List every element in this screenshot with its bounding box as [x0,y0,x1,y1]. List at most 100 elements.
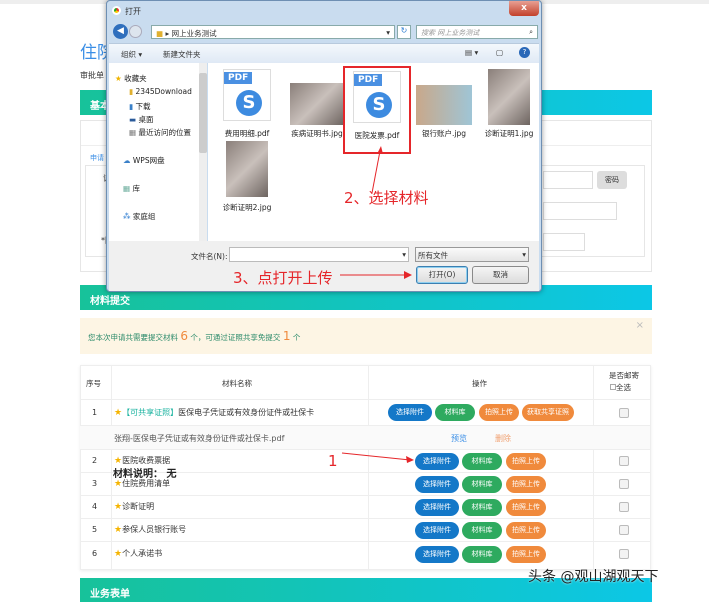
photo-upload-button[interactable]: 拍照上传 [506,476,546,493]
star-icon: ★ [114,408,123,418]
file-name: 诊断证明2.jpg [222,203,272,212]
material-library-button[interactable]: 材料库 [435,404,475,421]
material-library-button[interactable]: 材料库 [462,546,502,563]
close-button[interactable]: x [509,1,539,16]
photo-upload-button[interactable]: 拍照上传 [506,522,546,539]
file-item[interactable]: 诊断证明1.jpg [476,69,542,139]
annotation-step3: 3、点打开上传 [233,269,333,287]
star-icon: ★ [114,479,123,489]
cert-button[interactable]: 密码 [597,171,627,189]
nav-library[interactable]: ▦ 库 [123,183,140,194]
new-folder-button[interactable]: 新建文件夹 [163,49,201,60]
get-shared-cert-button[interactable]: 获取共享证照 [522,404,574,421]
preview-pane-icon[interactable]: ▢ [496,48,503,57]
nav-label: 家庭组 [132,212,156,221]
select-attachment-button[interactable]: 选择附件 [415,476,459,493]
photo-upload-button[interactable]: 拍照上传 [506,453,546,470]
file-name: 诊断证明1.jpg [484,129,534,138]
header-name: 材料名称 [222,379,252,388]
file-item-selected[interactable]: PDF S 医院发票.pdf [343,66,411,154]
material-library-button[interactable]: 材料库 [462,476,502,493]
file-item[interactable]: PDF S 费用明细.pdf [214,69,280,139]
back-button[interactable]: ◀ [113,24,128,39]
filename-label: 文件名(N): [191,252,228,261]
row-no: 3 [92,479,98,488]
annotation-arrow-3 [340,271,412,279]
watermark: 头条 @观山湖观天下 [528,569,659,585]
cert-input[interactable] [543,171,593,189]
photo-upload-button[interactable]: 拍照上传 [506,499,546,516]
material-name: 医保电子凭证或有效身份证件或社保卡 [178,408,315,417]
nav-scrollbar[interactable] [199,63,207,241]
toolbar: 组织 ▾ 新建文件夹 ▤ ▾ ▢ ? [109,43,539,63]
nav-label: 2345Download [135,87,192,96]
form-input[interactable] [543,233,585,251]
forward-button[interactable] [129,25,142,38]
file-name: 费用明细.pdf [224,129,270,138]
file-item[interactable]: 银行账户.jpg [411,69,477,139]
select-attachment-button[interactable]: 选择附件 [415,453,459,470]
chrome-icon [112,6,121,15]
search-icon: ⌕ [529,28,533,36]
attachment-file: 张翔-医保电子凭证或有效身份证件或社保卡.pdf [114,434,285,443]
material-name: 住院费用清单 [122,479,171,488]
close-icon[interactable]: × [636,320,644,331]
open-button[interactable]: 打开(O) [416,266,468,284]
material-name: 参保人员银行账号 [122,525,187,534]
select-attachment-button[interactable]: 选择附件 [415,522,459,539]
material-name: 医院收费票据 [122,456,171,465]
select-attachment-button[interactable]: 选择附件 [415,499,459,516]
table-row: 1 ★【可共享证照】医保电子凭证或有效身份证件或社保卡 选择附件 材料库 拍照上… [80,400,650,426]
form-input[interactable] [543,202,617,220]
nav-desktop[interactable]: ▬ 桌面 [129,114,153,125]
filetype-select[interactable]: 所有文件 ▾ [415,247,529,262]
nav-downloads-2345[interactable]: ▮ 2345Download [129,87,192,96]
nav-homegroup[interactable]: ⁂ 家庭组 [123,211,155,222]
pdf-icon: PDF S [223,69,271,121]
organize-button[interactable]: 组织 ▾ [121,49,142,60]
photo-upload-button[interactable]: 拍照上传 [479,404,519,421]
delete-link[interactable]: 删除 [495,433,511,444]
view-icon[interactable]: ▤ ▾ [465,48,478,57]
mail-checkbox[interactable] [619,525,629,535]
nav-recent[interactable]: ▦ 最近访问的位置 [129,127,191,138]
mail-checkbox[interactable] [619,549,629,559]
star-icon: ★ [114,502,123,512]
file-item[interactable]: 诊断证明2.jpg [214,141,280,213]
dialog-title: 打开 [125,7,141,16]
nav-label: 最近访问的位置 [138,128,191,137]
nav-wps-cloud[interactable]: ☁ WPS网盘 [123,155,165,166]
select-attachment-button[interactable]: 选择附件 [415,546,459,563]
star-icon: ★ [114,525,123,535]
file-item[interactable]: 疾病证明书.jpg [284,69,350,139]
preview-link[interactable]: 预览 [451,433,467,444]
row-no: 4 [92,502,98,511]
refresh-button[interactable]: ↻ [397,25,411,39]
help-icon[interactable]: ? [519,47,530,58]
cancel-button[interactable]: 取消 [472,266,529,284]
address-bar[interactable]: ■ ▸ 网上业务测试 ▾ [151,25,395,39]
table-row: 5 ★参保人员银行账号 选择附件 材料库 拍照上传 [80,519,650,542]
material-library-button[interactable]: 材料库 [462,499,502,516]
material-note: 材料说明： 无 [113,469,177,480]
search-input[interactable]: 搜索 网上业务测试 ⌕ [416,25,538,39]
star-icon: ★ [114,549,123,559]
mail-checkbox[interactable] [619,456,629,466]
notice-text: 个 [292,333,301,342]
table-header: 序号 材料名称 操作 是否邮寄 全选 [80,365,650,400]
mail-checkbox[interactable] [619,502,629,512]
material-library-button[interactable]: 材料库 [462,453,502,470]
material-name: 个人承诺书 [122,549,163,558]
nav-downloads[interactable]: ▮ 下载 [129,101,151,112]
mail-checkbox[interactable] [619,408,629,418]
mail-checkbox[interactable] [619,479,629,489]
filename-input[interactable]: ▾ [229,247,409,262]
row-no: 6 [92,549,98,558]
file-name: 银行账户.jpg [422,129,466,138]
select-attachment-button[interactable]: 选择附件 [388,404,432,421]
material-library-button[interactable]: 材料库 [462,522,502,539]
select-all-checkbox[interactable]: 全选 [610,382,631,393]
image-thumbnail [290,83,344,125]
photo-upload-button[interactable]: 拍照上传 [506,546,546,563]
nav-favorites[interactable]: ★ 收藏夹 [115,73,147,84]
